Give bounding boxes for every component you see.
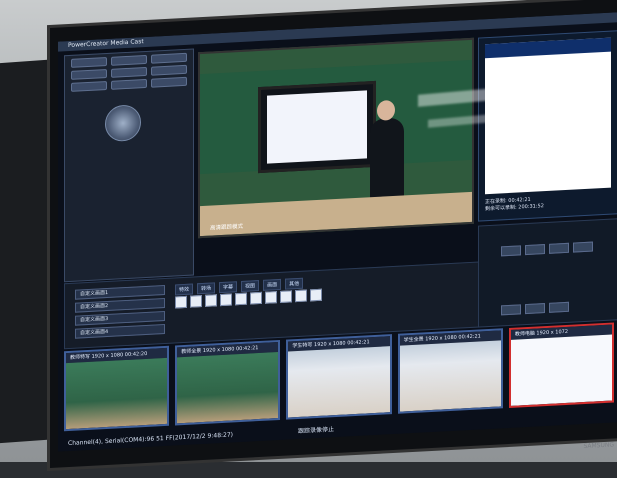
tab-picture[interactable]: 画面 (263, 278, 282, 291)
thumbnail-image (177, 352, 279, 424)
control-button[interactable] (151, 76, 187, 88)
thumbnail-title-text: 学生特写 (292, 342, 313, 350)
transition-icon[interactable] (295, 289, 307, 303)
transition-icon[interactable] (220, 293, 232, 307)
thumbnail-resolution: 1920 x 1080 (202, 346, 235, 354)
thumbnail-student-wide[interactable]: 学生全景 1920 x 1080 00:42:21 (397, 328, 503, 414)
thumbnail-resolution: 1920 x 1080 (425, 334, 457, 343)
thumbnail-teacher-pc[interactable]: 教师电脑 1920 x 1072 (508, 322, 615, 408)
right-control-button[interactable] (573, 241, 593, 253)
thumbnail-time: 00:42:21 (347, 339, 370, 347)
right-control-button[interactable] (549, 242, 569, 254)
thumbnail-teacher-wide[interactable]: 教师全景 1920 x 1080 00:42:21 (175, 339, 281, 426)
control-button[interactable] (71, 81, 107, 92)
program-preview[interactable]: 高清跟踪模式 (198, 37, 474, 239)
scene-button[interactable]: 自定义画面4 (75, 323, 165, 339)
right-control-button[interactable] (525, 303, 545, 315)
scene-button[interactable]: 自定义画面1 (75, 284, 165, 300)
transition-icon[interactable] (265, 291, 277, 304)
tab-other[interactable]: 其他 (285, 277, 304, 290)
scene-button[interactable]: 自定义画面3 (75, 310, 165, 326)
thumbnail-student-closeup[interactable]: 学生特写 1920 x 1080 00:42:21 (286, 334, 392, 420)
right-control-button[interactable] (501, 304, 521, 316)
control-button[interactable] (71, 57, 107, 68)
right-control-panel (478, 218, 617, 328)
thumbnail-resolution: 1920 x 1072 (536, 328, 569, 337)
camera-control-panel (64, 48, 194, 283)
thumbnail-image (66, 357, 168, 430)
thumbnail-image (399, 340, 501, 412)
transition-icon[interactable] (310, 288, 322, 302)
control-button[interactable] (71, 69, 107, 80)
control-button[interactable] (151, 52, 187, 64)
tv-content (267, 90, 367, 164)
main-monitor: PowerCreator Media Cast 高清跟踪模式 正在录制: 00:… (50, 0, 617, 469)
control-button[interactable] (111, 78, 147, 90)
control-button[interactable] (151, 64, 187, 76)
thumbnail-image (288, 346, 390, 418)
thumbnail-title-text: 学生全景 (403, 336, 424, 344)
thumbnail-time: 00:42:20 (124, 350, 148, 359)
thumbnail-teacher-closeup[interactable]: 教师特写 1920 x 1080 00:42:20 (64, 345, 170, 432)
right-control-button[interactable] (501, 245, 521, 257)
slide-header (485, 37, 611, 59)
app-window: PowerCreator Media Cast 高清跟踪模式 正在录制: 00:… (58, 12, 617, 452)
right-control-button[interactable] (525, 244, 545, 256)
transition-icon[interactable] (250, 291, 262, 305)
tab-subtitle[interactable]: 字幕 (219, 281, 238, 294)
thumbnail-title-text: 教师特写 (70, 353, 91, 361)
transition-icon[interactable] (175, 295, 187, 309)
teacher-head (377, 99, 395, 121)
scene-buttons: 自定义画面1 自定义画面2 自定义画面3 自定义画面4 (75, 284, 165, 342)
preview-caption: 高清跟踪模式 (210, 223, 244, 232)
thumbnail-resolution: 1920 x 1080 (314, 340, 346, 349)
thumbnail-image (510, 334, 613, 406)
thumbnail-time: 00:42:21 (458, 333, 481, 341)
right-button-row (479, 256, 617, 322)
right-control-button[interactable] (549, 301, 569, 313)
control-button[interactable] (111, 54, 147, 66)
tab-transition[interactable]: 转场 (197, 282, 216, 295)
control-row (71, 76, 187, 92)
tab-view[interactable]: 视图 (241, 280, 260, 292)
control-button[interactable] (111, 66, 147, 78)
statusbar-left: Channel(4), Serial(COM4):96 51 FF(2017/1… (68, 431, 234, 448)
classroom-tv (258, 80, 376, 174)
thumbnail-time: 00:42:21 (236, 345, 259, 353)
statusbar-center: 跟踪录像停止 (298, 426, 335, 436)
thumbnail-resolution: 1920 x 1080 (91, 352, 124, 360)
thumbnail-title-text: 教师电脑 (514, 330, 535, 338)
slide-preview-panel[interactable]: 正在录制: 00:42:21 剩余可以录制: 200:31:52 (478, 30, 617, 222)
transition-icon[interactable] (205, 294, 217, 307)
transition-icon[interactable] (190, 295, 202, 308)
scene-button[interactable]: 自定义画面2 (75, 297, 165, 313)
transition-icon[interactable] (280, 290, 292, 303)
tab-effects[interactable]: 特效 (175, 283, 194, 296)
ptz-joystick-icon[interactable] (105, 104, 141, 143)
recording-status: 正在录制: 00:42:21 剩余可以录制: 200:31:52 (485, 191, 613, 212)
transition-icon[interactable] (235, 292, 247, 306)
thumbnail-title-text: 教师全景 (181, 348, 202, 356)
